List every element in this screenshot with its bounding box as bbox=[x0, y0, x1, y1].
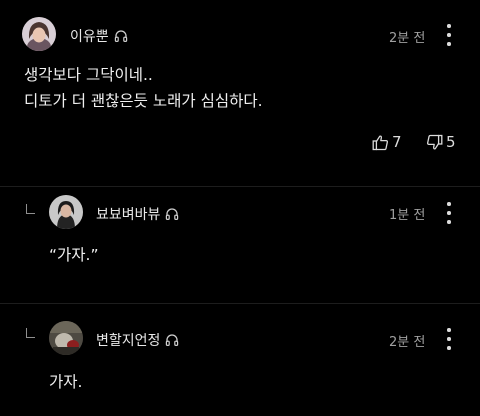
thumbs-down-icon bbox=[427, 134, 443, 150]
comment-line: 디토가 더 괜찮은듯 노래가 심심하다. bbox=[24, 92, 263, 110]
avatar[interactable] bbox=[22, 17, 56, 51]
headphone-icon bbox=[166, 334, 179, 346]
comment-timestamp: 1분 전 bbox=[389, 208, 426, 223]
like-count: 7 bbox=[392, 133, 402, 151]
reply-item: 뵤뵤벼바뷰 1분 전 “가자.” bbox=[0, 187, 480, 302]
like-button[interactable]: 7 bbox=[372, 133, 402, 151]
author-name[interactable]: 이유뿐 bbox=[70, 26, 109, 46]
author-name[interactable]: 변할지언정 bbox=[96, 330, 160, 350]
avatar-image bbox=[49, 195, 83, 229]
more-vert-icon bbox=[447, 202, 451, 206]
dislike-count: 5 bbox=[446, 133, 456, 151]
avatar[interactable] bbox=[49, 321, 83, 355]
more-vert-icon bbox=[447, 24, 451, 28]
headphone-icon bbox=[166, 208, 179, 220]
comment-author[interactable]: 뵤뵤벼바뷰 bbox=[96, 204, 179, 224]
avatar-image bbox=[49, 321, 83, 355]
comment-text: “가자.” bbox=[49, 246, 99, 264]
comment-text: 가자. bbox=[49, 373, 83, 391]
comment-item: 이유뿐 2분 전 생각보다 그닥이네.. 디토가 더 괜찮은듯 노래가 심심하다… bbox=[0, 0, 480, 180]
reply-indicator-icon bbox=[26, 204, 35, 214]
reply-item: 변할지언정 2분 전 가자. bbox=[0, 304, 480, 416]
reply-indicator-icon bbox=[26, 328, 35, 338]
comment-text: 생각보다 그닥이네.. 디토가 더 괜찮은듯 노래가 심심하다. bbox=[24, 62, 263, 114]
comment-author[interactable]: 이유뿐 bbox=[70, 26, 128, 46]
thumbs-up-icon bbox=[372, 134, 388, 150]
headphone-icon bbox=[114, 30, 127, 42]
avatar-image bbox=[22, 17, 56, 51]
more-options-button[interactable] bbox=[441, 328, 457, 350]
more-options-button[interactable] bbox=[441, 202, 457, 224]
more-options-button[interactable] bbox=[441, 24, 457, 46]
more-vert-icon bbox=[447, 328, 451, 332]
comment-thread: 이유뿐 2분 전 생각보다 그닥이네.. 디토가 더 괜찮은듯 노래가 심심하다… bbox=[0, 0, 480, 416]
comment-line: 생각보다 그닥이네.. bbox=[24, 66, 153, 84]
author-name[interactable]: 뵤뵤벼바뷰 bbox=[96, 204, 160, 224]
comment-timestamp: 2분 전 bbox=[389, 335, 426, 350]
comment-author[interactable]: 변할지언정 bbox=[96, 330, 179, 350]
avatar[interactable] bbox=[49, 195, 83, 229]
dislike-button[interactable]: 5 bbox=[426, 133, 456, 151]
comment-timestamp: 2분 전 bbox=[389, 31, 426, 46]
